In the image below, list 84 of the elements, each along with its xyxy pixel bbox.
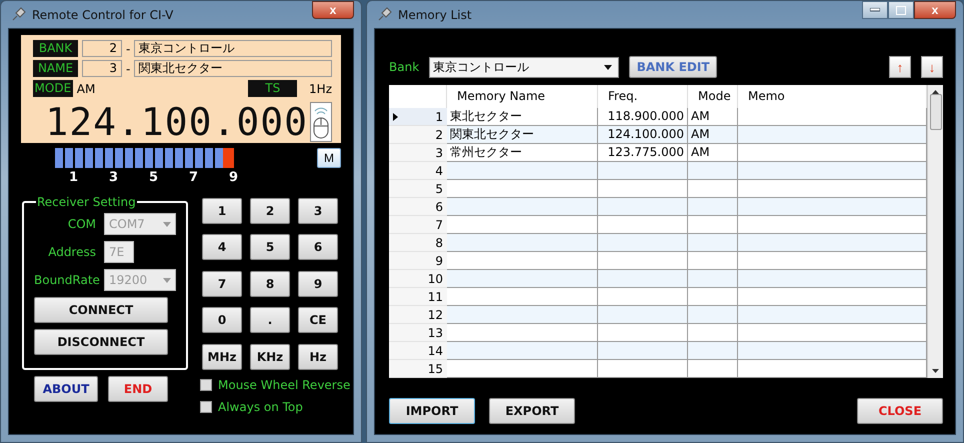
keypad-key[interactable]: 7 [202, 270, 242, 297]
bank-number: 2 [82, 40, 122, 57]
memory-name: 関東北セクター [134, 60, 332, 77]
export-button[interactable]: EXPORT [489, 398, 575, 424]
keypad-key[interactable]: 1 [202, 198, 242, 224]
keypad-key[interactable]: MHz [202, 344, 242, 370]
caret-icon [163, 278, 171, 282]
field-label: COM [66, 217, 96, 231]
mode-value: AM [76, 82, 96, 96]
checkbox[interactable] [200, 401, 212, 413]
current-row-icon [393, 112, 398, 120]
window-title: Memory List [398, 8, 473, 22]
memory-button[interactable]: M [317, 148, 341, 168]
move-up-button[interactable]: ↑ [889, 56, 911, 78]
scale-label: 5 [149, 170, 160, 185]
step-value: 1Hz [309, 82, 332, 96]
minimize-button[interactable] [862, 1, 888, 19]
ts-tag: TS [248, 80, 298, 97]
scroll-thumb[interactable] [930, 94, 942, 130]
memory-number: 3 [82, 60, 122, 77]
dash: - [126, 62, 130, 76]
row-header[interactable]: 7 [389, 216, 447, 234]
row-header[interactable]: 14 [389, 342, 447, 360]
row-header[interactable]: 5 [389, 180, 447, 198]
row-header[interactable]: 6 [389, 198, 447, 216]
about-button[interactable]: ABOUT [34, 376, 98, 402]
row-header[interactable]: 13 [389, 324, 447, 342]
row-header[interactable]: 12 [389, 306, 447, 324]
maximize-button[interactable] [888, 1, 914, 19]
keypad-key[interactable]: CE [298, 307, 338, 334]
scroll-down-icon [932, 369, 939, 373]
bank-name: 東京コントロール [134, 40, 332, 57]
maximize-icon [896, 6, 906, 14]
scale-label: 7 [189, 170, 200, 185]
row-header[interactable]: 15 [389, 360, 447, 378]
connect-button[interactable]: CONNECT [34, 297, 168, 323]
scale-label: 9 [229, 170, 240, 185]
minimize-icon [870, 8, 880, 12]
row-header[interactable]: 2 [389, 126, 447, 144]
scale-label: 1 [69, 170, 80, 185]
field-label: Address [47, 245, 96, 259]
row-header[interactable]: 9 [389, 252, 447, 270]
bank-dropdown[interactable]: 東京コントロール [429, 56, 620, 78]
bank-edit-button[interactable]: BANK EDIT [629, 56, 718, 78]
option-label: Always on Top [218, 400, 303, 414]
keypad-key[interactable]: . [250, 307, 290, 334]
row-header[interactable]: 4 [389, 162, 447, 180]
keypad-key[interactable]: KHz [250, 344, 290, 370]
table-cell [688, 360, 738, 378]
mode-tag: MODE [33, 80, 73, 97]
keypad-key[interactable]: 2 [250, 198, 290, 224]
scrollbar[interactable] [927, 85, 943, 378]
scale-label: 3 [109, 170, 120, 185]
plug-icon [10, 6, 26, 22]
window-title: Remote Control for CI-V [32, 8, 174, 22]
keypad-key[interactable]: 6 [298, 234, 338, 260]
close-button[interactable]: CLOSE [857, 398, 943, 424]
frequency-readout: 124.100.000 [45, 100, 308, 144]
row-header[interactable]: 3 [389, 144, 447, 162]
bank-label: Bank [389, 60, 420, 74]
row-header[interactable]: 11 [389, 288, 447, 306]
keypad-key[interactable]: 9 [298, 270, 338, 297]
keypad-key[interactable]: 8 [250, 270, 290, 297]
row-header[interactable]: 8 [389, 234, 447, 252]
dash: - [126, 42, 130, 56]
import-button[interactable]: IMPORT [389, 398, 475, 424]
connect-button[interactable]: DISCONNECT [34, 329, 168, 355]
caret-icon [604, 64, 612, 70]
row-header[interactable]: 10 [389, 270, 447, 288]
keypad-key[interactable]: Hz [298, 344, 338, 370]
caret-icon [163, 222, 171, 226]
end-button[interactable]: END [108, 376, 168, 402]
row-header[interactable]: 1 [389, 108, 447, 126]
plug-icon [376, 6, 392, 22]
keypad-key[interactable]: 3 [298, 198, 338, 224]
keypad-key[interactable]: 0 [202, 307, 242, 334]
mouse-icon [310, 102, 332, 142]
option-label: Mouse Wheel Reverse [218, 378, 350, 392]
group-title: Receiver Setting [36, 195, 137, 209]
keypad-key[interactable]: 5 [250, 234, 290, 260]
name-tag: NAME [33, 60, 78, 77]
bank-tag: BANK [33, 40, 78, 57]
keypad-key[interactable]: 4 [202, 234, 242, 260]
checkbox[interactable] [200, 379, 212, 391]
